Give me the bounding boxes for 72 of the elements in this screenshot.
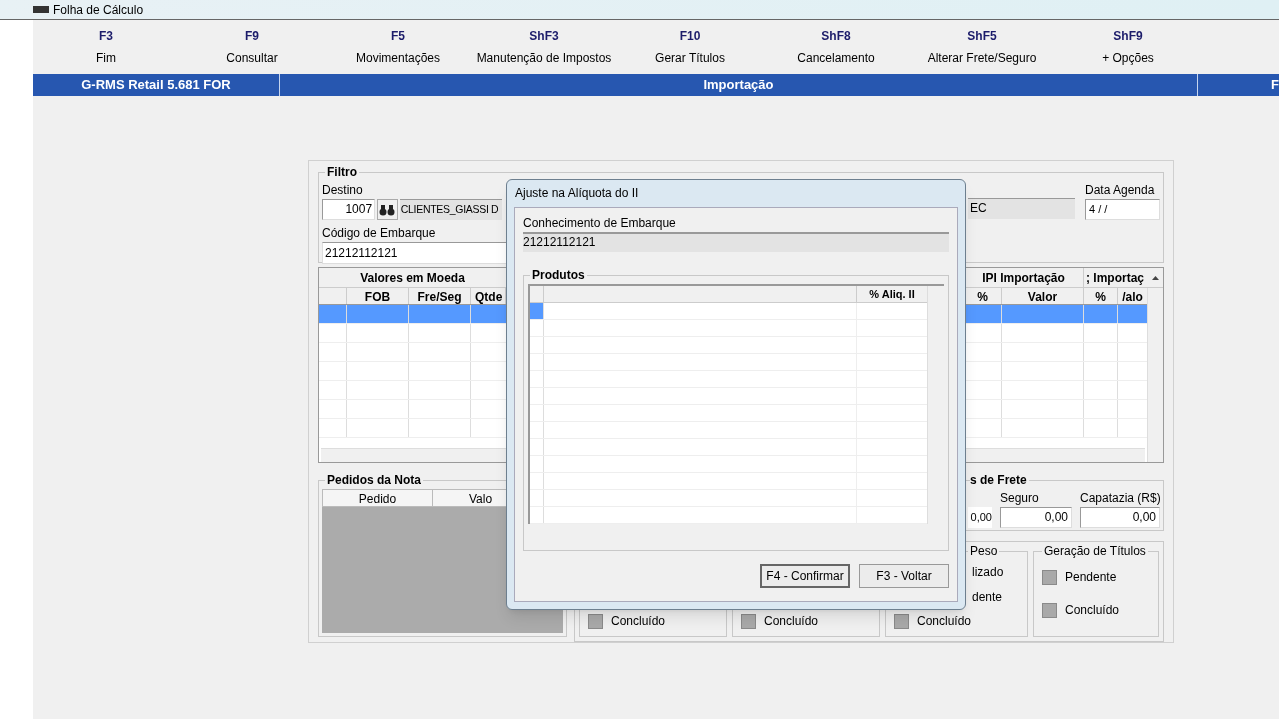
app-version: G-RMS Retail 5.681 FOR [33, 74, 280, 96]
column-header: % Aliq. II [868, 287, 916, 302]
header-text: F [1270, 76, 1279, 95]
toolbar-button[interactable]: ShF3 Manutenção de Impostos [471, 27, 617, 67]
column-group-header: Valores em Moeda [359, 270, 466, 287]
group-title: Filtro [326, 164, 358, 181]
toolbar-button[interactable]: F10 Gerar Títulos [617, 27, 763, 67]
toolbar-button[interactable]: ShF8 Cancelamento [763, 27, 909, 67]
field-label: Data Agenda [1085, 182, 1156, 199]
toolbar-button[interactable]: F3 Fim [33, 27, 179, 67]
toolbar-button[interactable]: F5 Movimentações [325, 27, 471, 67]
status-text: dente [972, 589, 1004, 606]
column-header: Fre/Seg [409, 288, 471, 304]
table-row[interactable] [530, 456, 927, 473]
value-field[interactable]: 0,00 [1000, 507, 1072, 528]
destination-name-field: CLIENTES_GIASSI D [399, 199, 502, 220]
table-row[interactable] [530, 439, 927, 456]
toolbar-button[interactable]: ShF5 Alterar Frete/Seguro [909, 27, 1055, 67]
column-header: % [1083, 288, 1117, 304]
window-title: Folha de Cálculo [53, 1, 144, 19]
table-row[interactable] [530, 507, 927, 524]
table-row[interactable] [530, 473, 927, 490]
group-title: Pedidos da Nota [326, 472, 422, 489]
dialog-button[interactable]: F4 - Confirmar [760, 564, 850, 588]
app-icon [33, 6, 49, 13]
column-header: FOB [347, 288, 409, 304]
checkbox-label: Concluído [611, 613, 666, 630]
screen-title: Importação [280, 74, 1198, 96]
value-field[interactable]: 0,00 [1080, 507, 1160, 528]
table-row[interactable] [530, 354, 927, 371]
checkbox-label: Concluído [1065, 602, 1120, 619]
table-row[interactable] [530, 405, 927, 422]
field-label: Destino [322, 182, 364, 199]
checkbox-label: Concluído [764, 613, 819, 630]
toolbar-button[interactable]: ShF9 + Opções [1055, 27, 1201, 67]
destination-name-field: EC [968, 198, 1075, 219]
vertical-scrollbar[interactable] [1147, 288, 1163, 462]
column-header: Valor [1001, 288, 1083, 304]
scroll-up-icon[interactable] [1151, 275, 1159, 280]
group-title: Peso [969, 543, 999, 560]
table-row[interactable] [530, 371, 927, 388]
status-text: lizado [972, 564, 1005, 581]
table-row[interactable] [530, 422, 927, 439]
toolbar-button[interactable]: F9 Consultar [179, 27, 325, 67]
field-label: Seguro [1000, 490, 1040, 507]
checkbox[interactable] [1042, 602, 1057, 618]
column-group-header: ; Importaç [1083, 268, 1147, 287]
dialog-title: Ajuste na Alíquota do II [514, 185, 640, 202]
table-row[interactable] [530, 388, 927, 405]
table-row[interactable] [530, 337, 927, 354]
group-title: s de Frete [970, 472, 1028, 489]
dialog-button[interactable]: F3 - Voltar [859, 564, 949, 588]
group-title: Geração de Títulos [1043, 543, 1147, 560]
field-label: Conhecimento de Embarque [523, 215, 677, 232]
checkbox-label: Pendente [1065, 569, 1117, 586]
field-label: Código de Embarque [322, 225, 437, 242]
table-row[interactable] [530, 320, 927, 337]
field-label: Capatazia (R$) [1080, 490, 1160, 507]
table-row[interactable] [530, 303, 927, 320]
value-field[interactable]: 0,00 [968, 507, 992, 528]
destination-code-field[interactable]: 1007 [322, 199, 376, 220]
checkbox-label: Concluído [917, 613, 972, 630]
column-header: Pedido [323, 490, 433, 506]
group-title: Produtos [531, 267, 586, 284]
search-button[interactable] [377, 199, 398, 220]
table-row[interactable] [530, 490, 927, 507]
date-field[interactable]: 4 / / [1085, 199, 1160, 220]
checkbox[interactable] [1042, 569, 1057, 585]
bill-of-lading-field: 21212112121 [523, 232, 949, 252]
checkbox[interactable] [894, 613, 909, 629]
checkbox[interactable] [741, 613, 756, 629]
checkbox[interactable] [588, 613, 603, 629]
